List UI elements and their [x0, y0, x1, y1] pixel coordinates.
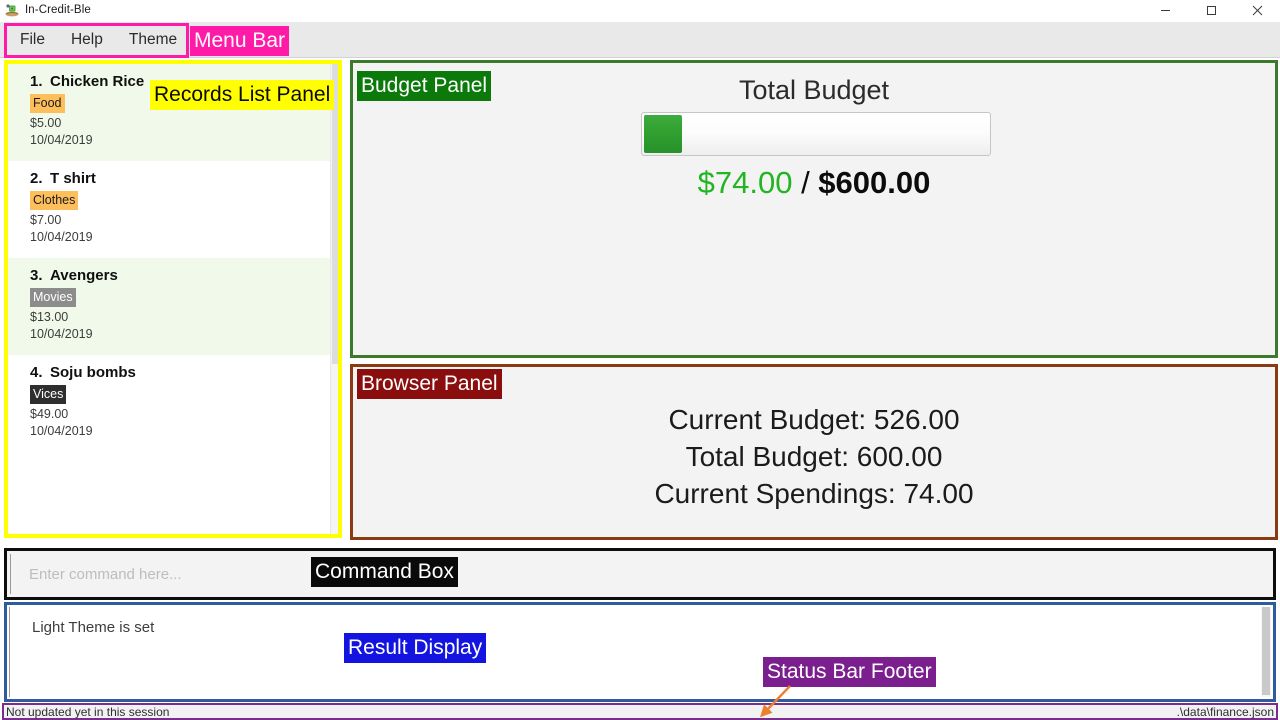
- annotation-records-list-panel: Records List Panel: [150, 80, 335, 110]
- annotation-result-display: Result Display: [344, 633, 487, 663]
- record-index: 3.: [30, 267, 43, 284]
- result-display: Light Theme is set: [4, 602, 1276, 702]
- application-window: In-Credit-Ble File Help Theme 1. Chicken …: [0, 0, 1280, 720]
- record-category-tag: Food: [30, 94, 65, 113]
- status-bar-footer: Not updated yet in this session .\data\f…: [2, 703, 1278, 720]
- result-display-scrollbar[interactable]: [1261, 607, 1271, 697]
- record-date: 10/04/2019: [30, 133, 93, 147]
- record-category-tag: Movies: [30, 288, 76, 307]
- list-item[interactable]: 4. Soju bombs Vices $49.00 10/04/2019: [8, 355, 330, 452]
- menu-item-help[interactable]: Help: [61, 27, 113, 53]
- window-title: In-Credit-Ble: [25, 4, 91, 16]
- record-category-tag: Vices: [30, 385, 67, 404]
- record-name: T shirt: [50, 170, 96, 187]
- record-title: 2. T shirt: [30, 170, 330, 187]
- record-name: Chicken Rice: [50, 73, 145, 90]
- record-date: 10/04/2019: [30, 230, 93, 244]
- window-controls: [1142, 0, 1280, 20]
- records-list-scrollbar[interactable]: [330, 64, 338, 534]
- browser-line-current-budget: Current Budget: 526.00: [668, 404, 960, 435]
- app-icon: [4, 2, 20, 18]
- record-amount: $5.00: [30, 116, 62, 130]
- budget-progress-bar: [641, 112, 991, 156]
- annotation-browser-panel: Browser Panel: [357, 369, 502, 399]
- record-date: 10/04/2019: [30, 424, 93, 438]
- budget-total-amount: $600.00: [818, 165, 931, 200]
- record-name: Soju bombs: [50, 364, 136, 381]
- record-amount: $13.00: [30, 310, 69, 324]
- record-title: 3. Avengers: [30, 267, 330, 284]
- annotation-budget-panel: Budget Panel: [357, 71, 492, 101]
- annotation-status-bar-footer: Status Bar Footer: [763, 657, 936, 687]
- record-name: Avengers: [50, 267, 118, 284]
- records-list[interactable]: 1. Chicken Rice Food $5.00 10/04/2019 2. T…: [8, 64, 330, 534]
- list-item[interactable]: 1. Chicken Rice Food $5.00 10/04/2019: [8, 64, 330, 161]
- command-box[interactable]: [4, 548, 1276, 600]
- record-amount: $7.00: [30, 213, 62, 227]
- annotation-menu-bar: Menu Bar: [190, 26, 290, 56]
- budget-separator: /: [792, 165, 819, 200]
- scrollbar-thumb[interactable]: [1262, 607, 1270, 695]
- budget-progress-fill: [644, 115, 682, 153]
- browser-line-total-budget: Total Budget: 600.00: [685, 441, 943, 472]
- status-bar-sync-text: Not updated yet in this session: [6, 704, 170, 719]
- status-bar-file-path: .\data\finance.json: [1176, 704, 1274, 719]
- record-amount: $49.00: [30, 407, 69, 421]
- minimize-icon[interactable]: [1142, 0, 1188, 20]
- record-index: 4.: [30, 364, 43, 381]
- record-index: 1.: [30, 73, 43, 90]
- maximize-icon[interactable]: [1188, 0, 1234, 20]
- result-display-text: Light Theme is set: [32, 619, 155, 636]
- budget-title: Total Budget: [738, 75, 890, 105]
- budget-spent-amount: $74.00: [697, 165, 793, 200]
- menu-item-theme[interactable]: Theme: [119, 27, 187, 53]
- records-list-panel: 1. Chicken Rice Food $5.00 10/04/2019 2. T…: [4, 60, 342, 538]
- result-display-inner: Light Theme is set: [9, 607, 1271, 697]
- record-date: 10/04/2019: [30, 327, 93, 341]
- annotation-command-box: Command Box: [311, 557, 458, 587]
- menu-item-file[interactable]: File: [10, 27, 55, 53]
- browser-content: Current Budget: 526.00 Total Budget: 600…: [353, 401, 1275, 512]
- record-title: 4. Soju bombs: [30, 364, 330, 381]
- title-bar: In-Credit-Ble: [0, 0, 1280, 20]
- records-list-inner: 1. Chicken Rice Food $5.00 10/04/2019 2. T…: [8, 64, 338, 534]
- command-input[interactable]: [10, 554, 1270, 594]
- budget-amounts: $74.00 / $600.00: [353, 165, 1275, 201]
- close-icon[interactable]: [1234, 0, 1280, 20]
- browser-line-current-spendings: Current Spendings: 74.00: [654, 478, 974, 509]
- record-category-tag: Clothes: [30, 191, 79, 210]
- list-item[interactable]: 2. T shirt Clothes $7.00 10/04/2019: [8, 161, 330, 258]
- list-item[interactable]: 3. Avengers Movies $13.00 10/04/2019: [8, 258, 330, 355]
- record-index: 2.: [30, 170, 43, 187]
- budget-panel: Total Budget $74.00 / $600.00: [350, 60, 1278, 358]
